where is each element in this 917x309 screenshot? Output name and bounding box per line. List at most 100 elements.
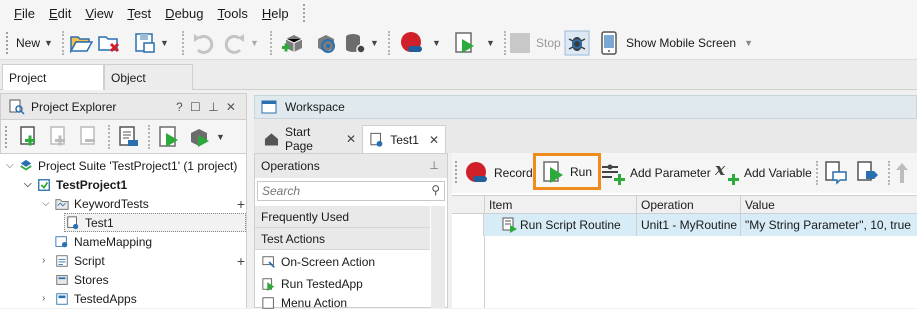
pin-icon[interactable]: ⊥ bbox=[429, 154, 439, 178]
panel-controls[interactable]: ? ☐ ⊥ ✕ bbox=[176, 100, 238, 114]
run-testedapp-icon bbox=[262, 277, 275, 291]
close-icon[interactable]: ✕ bbox=[346, 132, 356, 146]
database-button[interactable]: ▼ bbox=[342, 29, 379, 57]
tree-item-keywordtests[interactable]: ⌵ KeywordTests + bbox=[42, 194, 247, 213]
tree-item-stores[interactable]: Stores bbox=[42, 270, 109, 289]
tag-icon[interactable] bbox=[854, 159, 880, 185]
suite-label: Project Suite 'TestProject1' (1 project) bbox=[38, 158, 238, 173]
expand-icon[interactable]: › bbox=[42, 293, 54, 304]
operation-run-testedapp[interactable]: Run TestedApp bbox=[261, 274, 363, 293]
collapse-icon[interactable]: ⌵ bbox=[24, 179, 36, 190]
tab-start-page[interactable]: Start Page ✕ bbox=[258, 125, 362, 153]
row-operation-cell[interactable]: Unit1 - MyRoutine bbox=[636, 214, 740, 236]
keyword-test-icon bbox=[370, 132, 383, 147]
close-icon[interactable]: ✕ bbox=[429, 133, 439, 147]
add-object-button[interactable] bbox=[280, 29, 306, 57]
record-button[interactable]: ▼ bbox=[398, 29, 441, 57]
comment-icon[interactable] bbox=[822, 159, 848, 185]
document-tabs: Start Page ✕ Test1 ✕ bbox=[254, 119, 917, 153]
namemapping-icon bbox=[55, 235, 68, 247]
open-button[interactable] bbox=[68, 29, 94, 57]
target-cube-icon bbox=[318, 35, 335, 53]
menu-help[interactable]: Help bbox=[262, 6, 289, 21]
column-value[interactable]: Value bbox=[740, 196, 917, 215]
category-test-actions[interactable]: Test Actions bbox=[255, 228, 430, 250]
record-button[interactable]: Record bbox=[464, 156, 533, 190]
tree-item-project[interactable]: ⌵ TestProject1 bbox=[24, 175, 127, 194]
collapse-icon[interactable]: ⌵ bbox=[42, 198, 54, 209]
tree-item-namemapping[interactable]: NameMapping bbox=[42, 232, 152, 251]
move-up-icon[interactable] bbox=[895, 161, 909, 185]
row-value-cell[interactable]: "My String Parameter", 10, true bbox=[740, 214, 917, 236]
menu-edit[interactable]: Edit bbox=[49, 6, 71, 21]
tab-project-workspace[interactable]: Project Workspace bbox=[2, 64, 104, 111]
redo-button[interactable]: ▼ bbox=[222, 29, 259, 57]
menu-bar: File Edit View Test Debug Tools Help bbox=[0, 0, 917, 26]
add-icon[interactable]: + bbox=[237, 253, 245, 269]
save-button[interactable]: ▼ bbox=[132, 29, 169, 57]
stores-icon bbox=[56, 274, 68, 285]
chevron-down-icon[interactable]: ▼ bbox=[216, 132, 225, 142]
run-button-toolbar[interactable]: ▼ bbox=[452, 29, 495, 57]
project-explorer-header: Project Explorer ? ☐ ⊥ ✕ bbox=[0, 93, 247, 120]
menu-tools[interactable]: Tools bbox=[217, 6, 247, 21]
on-screen-action-label: On-Screen Action bbox=[281, 254, 376, 269]
add-variable-button[interactable]: x Add Variable bbox=[714, 156, 812, 190]
add-existing-icon[interactable] bbox=[46, 124, 72, 150]
column-item[interactable]: Item bbox=[484, 196, 636, 215]
toolbar-grip[interactable] bbox=[6, 29, 9, 57]
undo-button[interactable] bbox=[190, 29, 216, 57]
run-testedapp-label: Run TestedApp bbox=[281, 276, 363, 291]
operation-menu-action[interactable]: Menu Action bbox=[261, 296, 347, 309]
menu-view[interactable]: View bbox=[85, 6, 113, 21]
table-row[interactable]: Run Script Routine Unit1 - MyRoutine "My… bbox=[452, 214, 917, 236]
new-button[interactable]: New ▼ bbox=[16, 29, 53, 57]
add-parameter-label: Add Parameter bbox=[630, 166, 711, 180]
operations-panel: Operations ⊥ ⚲ Frequently Used Test Acti… bbox=[254, 153, 448, 309]
tab-object-browser[interactable]: Object Browser bbox=[104, 64, 193, 111]
run-cube-icon[interactable] bbox=[186, 124, 212, 150]
workspace-icon bbox=[261, 100, 277, 114]
run-script-routine-icon bbox=[502, 217, 517, 233]
menu-test[interactable]: Test bbox=[127, 6, 151, 21]
menu-debug[interactable]: Debug bbox=[165, 6, 203, 21]
menu-action-icon bbox=[262, 297, 274, 309]
project-tree: ⌵ Project Suite 'TestProject1' (1 projec… bbox=[0, 154, 247, 308]
operations-header: Operations ⊥ bbox=[255, 154, 447, 178]
tree-item-test1[interactable]: Test1 bbox=[64, 213, 246, 232]
close-project-button[interactable] bbox=[96, 29, 122, 57]
column-operation[interactable]: Operation bbox=[636, 196, 740, 215]
stop-button[interactable]: Stop bbox=[510, 29, 561, 57]
remove-item-icon[interactable] bbox=[76, 124, 102, 150]
operation-on-screen-action[interactable]: On-Screen Action bbox=[261, 252, 375, 271]
workspace-header: Workspace bbox=[254, 95, 917, 119]
run-button[interactable]: Run bbox=[533, 153, 602, 190]
redo-icon bbox=[224, 34, 244, 54]
tree-item-script[interactable]: › Script + bbox=[42, 251, 247, 270]
tree-item-testedapps[interactable]: › TestedApps bbox=[42, 289, 137, 308]
collapse-icon[interactable]: ⌵ bbox=[6, 160, 18, 171]
mobile-screen-button[interactable]: Show Mobile Screen ▼ bbox=[600, 29, 753, 57]
expand-icon[interactable]: › bbox=[42, 255, 54, 266]
operations-search[interactable]: ⚲ bbox=[257, 181, 445, 201]
chevron-down-icon: ▼ bbox=[44, 38, 53, 48]
object-spy-button[interactable] bbox=[312, 29, 338, 57]
operations-search-input[interactable] bbox=[258, 182, 418, 200]
stop-label: Stop bbox=[536, 36, 561, 50]
add-parameter-button[interactable]: Add Parameter bbox=[600, 156, 711, 190]
mobile-screen-label: Show Mobile Screen bbox=[626, 36, 737, 50]
add-item-icon[interactable] bbox=[16, 124, 42, 150]
tree-item-suite[interactable]: ⌵ Project Suite 'TestProject1' (1 projec… bbox=[6, 156, 237, 175]
operations-scrollbar[interactable] bbox=[431, 206, 445, 308]
database-gear-icon bbox=[346, 34, 366, 54]
add-icon[interactable]: + bbox=[237, 196, 245, 212]
menu-file[interactable]: File bbox=[14, 6, 35, 21]
properties-icon[interactable] bbox=[116, 124, 142, 150]
explorer-toolbar: ▼ bbox=[0, 120, 247, 154]
save-icon bbox=[135, 33, 155, 53]
debug-button[interactable] bbox=[564, 29, 590, 57]
menubar-grip[interactable] bbox=[302, 4, 306, 22]
category-frequently-used[interactable]: Frequently Used bbox=[255, 206, 430, 228]
run-test-icon[interactable] bbox=[156, 124, 182, 150]
tab-test1[interactable]: Test1 ✕ bbox=[362, 125, 446, 153]
